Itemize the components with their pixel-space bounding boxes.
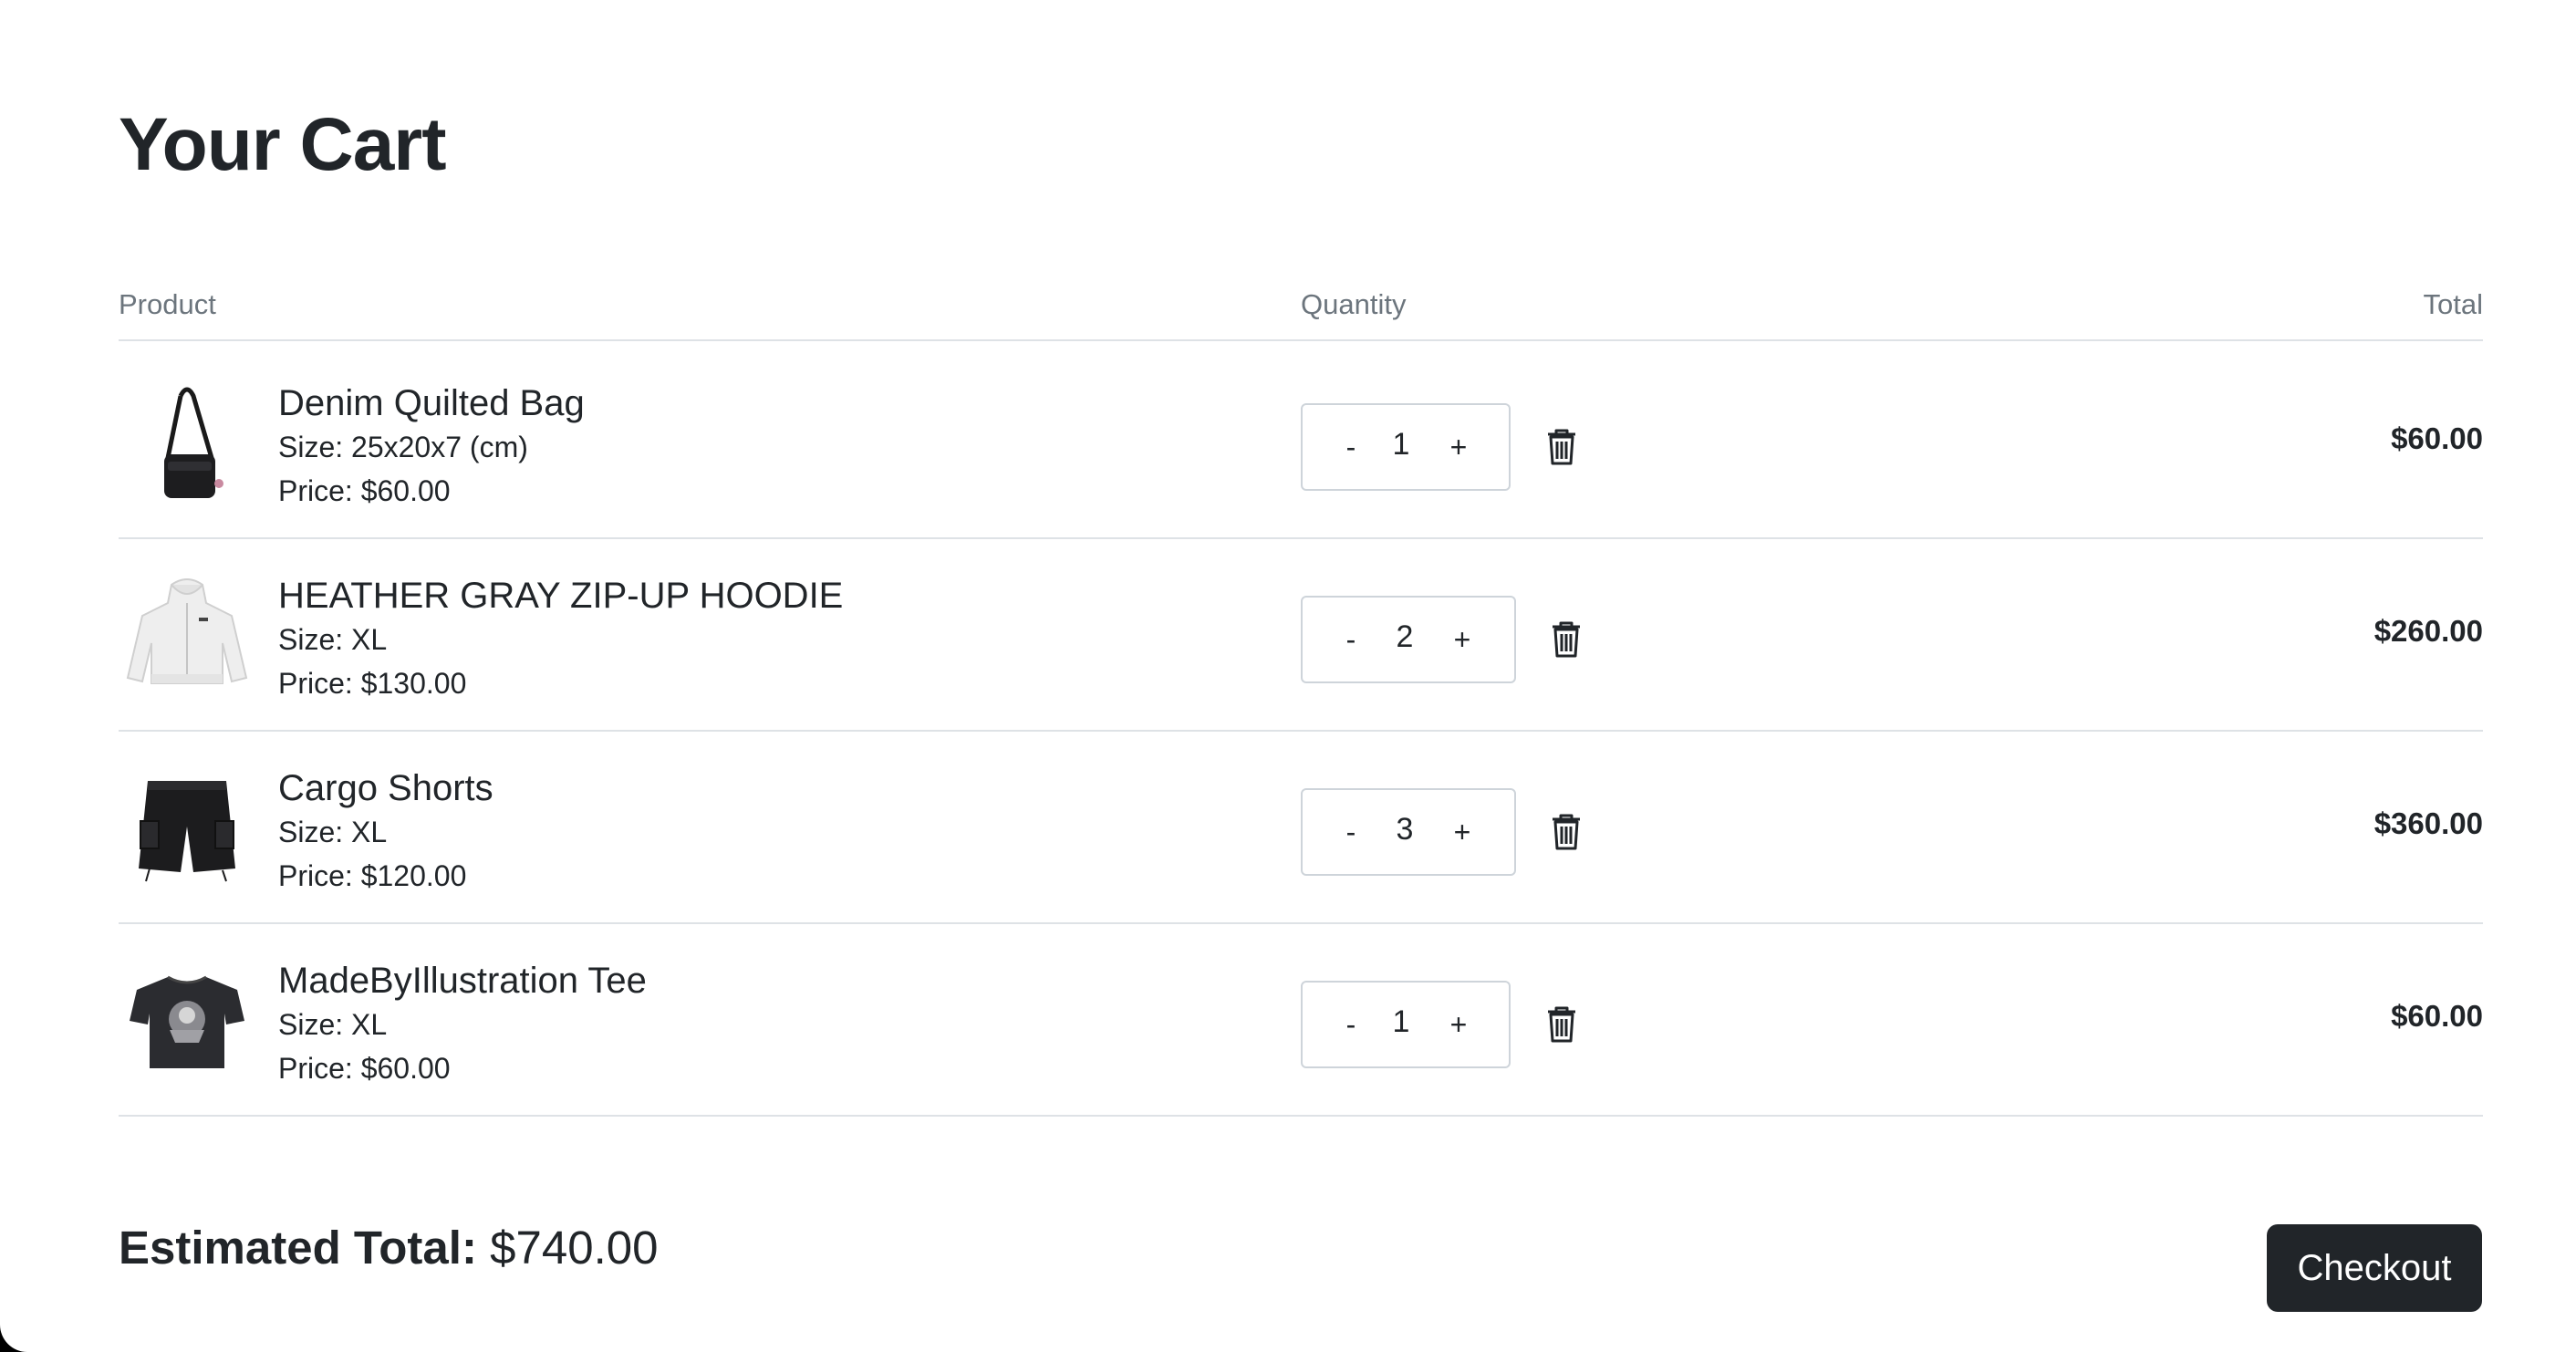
quantity-value[interactable]: 1 bbox=[1385, 983, 1418, 1066]
item-name: MadeByIllustration Tee bbox=[278, 961, 647, 1001]
item-price: Price: $130.00 bbox=[278, 667, 467, 700]
estimated-total-value: $740.00 bbox=[490, 1222, 659, 1274]
decrease-quantity-button[interactable]: - bbox=[1337, 790, 1365, 874]
item-size: Size: 25x20x7 (cm) bbox=[278, 431, 528, 463]
trash-icon[interactable] bbox=[1546, 429, 1577, 465]
crossbody-bag-icon bbox=[124, 383, 250, 504]
line-total: $360.00 bbox=[2373, 806, 2483, 840]
cart-item-row: MadeByIllustration Tee Size: XL Price: $… bbox=[119, 924, 2483, 1117]
decrease-quantity-button[interactable]: - bbox=[1337, 598, 1365, 681]
line-total: $60.00 bbox=[2391, 999, 2483, 1033]
item-size: Size: XL bbox=[278, 623, 388, 656]
item-price: Price: $60.00 bbox=[278, 1052, 451, 1085]
item-info: Denim Quilted Bag Size: 25x20x7 (cm) Pri… bbox=[278, 381, 585, 513]
shorts-icon bbox=[124, 768, 250, 889]
product-column-header: Product bbox=[119, 288, 216, 320]
page-title: Your Cart bbox=[119, 103, 447, 186]
item-size: Size: XL bbox=[278, 1008, 388, 1041]
item-name: HEATHER GRAY ZIP-UP HOODIE bbox=[278, 576, 844, 616]
quantity-stepper: - 1 + bbox=[1301, 981, 1511, 1068]
decrease-quantity-button[interactable]: - bbox=[1337, 983, 1365, 1066]
quantity-column-header: Quantity bbox=[1301, 288, 1407, 320]
table-header: Product Quantity Total bbox=[119, 285, 2483, 341]
hoodie-icon bbox=[124, 576, 250, 696]
line-total: $60.00 bbox=[2391, 421, 2483, 455]
quantity-value[interactable]: 2 bbox=[1388, 598, 1421, 681]
item-price: Price: $60.00 bbox=[278, 474, 451, 507]
total-column-header: Total bbox=[2423, 288, 2483, 320]
item-price: Price: $120.00 bbox=[278, 859, 467, 892]
trash-icon[interactable] bbox=[1546, 1006, 1577, 1043]
line-total: $260.00 bbox=[2373, 614, 2483, 648]
increase-quantity-button[interactable]: + bbox=[1445, 983, 1472, 1066]
trash-icon[interactable] bbox=[1551, 814, 1582, 850]
increase-quantity-button[interactable]: + bbox=[1449, 598, 1476, 681]
cart-page: Your Cart Product Quantity Total Denim Q… bbox=[0, 0, 2576, 1352]
quantity-stepper: - 2 + bbox=[1301, 596, 1516, 683]
item-info: MadeByIllustration Tee Size: XL Price: $… bbox=[278, 959, 647, 1090]
item-name: Cargo Shorts bbox=[278, 768, 493, 808]
cart-item-row: Cargo Shorts Size: XL Price: $120.00 - 3… bbox=[119, 732, 2483, 924]
cart-item-row: HEATHER GRAY ZIP-UP HOODIE Size: XL Pric… bbox=[119, 539, 2483, 732]
increase-quantity-button[interactable]: + bbox=[1445, 405, 1472, 489]
estimated-total: Estimated Total: $740.00 bbox=[119, 1221, 658, 1274]
trash-icon[interactable] bbox=[1551, 621, 1582, 658]
estimated-total-label: Estimated Total: bbox=[119, 1222, 477, 1274]
quantity-stepper: - 1 + bbox=[1301, 403, 1511, 491]
cart-item-row: Denim Quilted Bag Size: 25x20x7 (cm) Pri… bbox=[119, 347, 2483, 539]
checkout-button[interactable]: Checkout bbox=[2267, 1224, 2482, 1312]
item-info: Cargo Shorts Size: XL Price: $120.00 bbox=[278, 766, 493, 898]
tshirt-icon bbox=[124, 961, 250, 1081]
item-name: Denim Quilted Bag bbox=[278, 383, 585, 423]
quantity-value[interactable]: 1 bbox=[1385, 405, 1418, 489]
item-size: Size: XL bbox=[278, 816, 388, 848]
quantity-stepper: - 3 + bbox=[1301, 788, 1516, 876]
decrease-quantity-button[interactable]: - bbox=[1337, 405, 1365, 489]
quantity-value[interactable]: 3 bbox=[1388, 790, 1421, 874]
increase-quantity-button[interactable]: + bbox=[1449, 790, 1476, 874]
item-info: HEATHER GRAY ZIP-UP HOODIE Size: XL Pric… bbox=[278, 574, 843, 705]
